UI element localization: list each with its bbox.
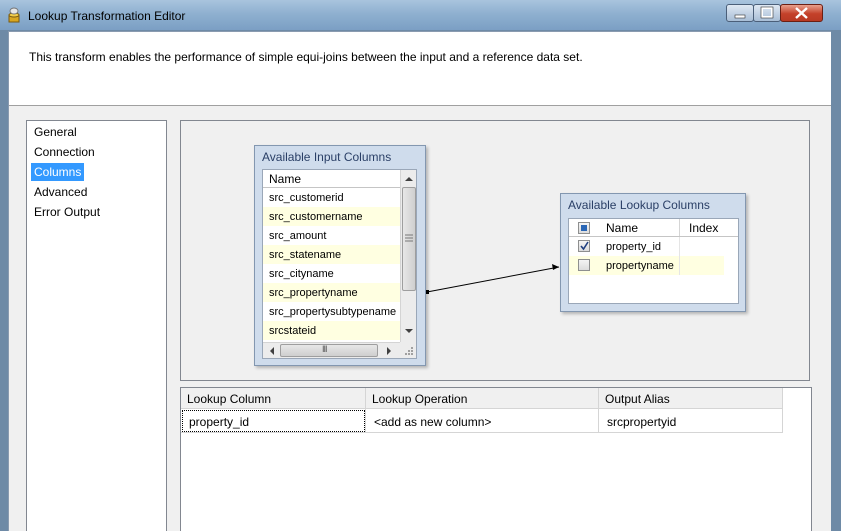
lookup-index-header[interactable]: Index <box>689 221 718 235</box>
page-nav-list: General Connection Columns Advanced Erro… <box>26 120 167 531</box>
lookup-name-header[interactable]: Name <box>606 221 638 235</box>
lookup-column-value: property_id <box>189 415 250 429</box>
lookup-column-header[interactable]: Lookup Column <box>181 388 366 409</box>
lookup-column-cell[interactable]: property_id <box>181 409 366 433</box>
maximize-icon <box>760 6 774 19</box>
input-row[interactable]: src_propertysubtypename <box>263 302 400 321</box>
lookup-operation-header[interactable]: Lookup Operation <box>366 388 599 409</box>
lookup-row-label: propertyname <box>606 260 674 272</box>
scroll-right-icon[interactable] <box>382 344 396 358</box>
close-button[interactable] <box>780 4 823 22</box>
input-name-header-label: Name <box>269 172 302 186</box>
input-row[interactable]: srcstateid <box>263 321 400 340</box>
input-vertical-scrollbar[interactable] <box>400 170 416 342</box>
lookup-columns-grid: Name Index property_id propertyname <box>568 218 739 304</box>
lookup-columns-title: Available Lookup Columns <box>568 198 710 212</box>
nav-item-error-output[interactable]: Error Output <box>31 203 103 221</box>
output-alias-value: srcpropertyid <box>607 415 677 429</box>
scroll-corner <box>400 342 416 358</box>
close-icon <box>795 7 808 19</box>
input-row-label: src_amount <box>269 230 327 242</box>
grip-icon <box>405 234 413 242</box>
input-row-label: src_customername <box>269 211 363 223</box>
dialog-body: This transform enables the performance o… <box>8 31 831 531</box>
input-row[interactable]: src_cityname <box>263 264 400 283</box>
nav-item-advanced[interactable]: Advanced <box>31 183 90 201</box>
cell-divider <box>679 256 680 275</box>
nav-item-columns[interactable]: Columns <box>31 163 85 181</box>
lookup-column-header-label: Lookup Column <box>187 392 272 406</box>
checkmark-icon <box>580 241 589 251</box>
output-mapping-grid: Lookup Column Lookup Operation Output Al… <box>180 387 812 531</box>
output-alias-cell[interactable]: srcpropertyid <box>599 409 783 433</box>
available-input-columns-box: Available Input Columns Name src_custome… <box>254 145 426 366</box>
title-bar[interactable]: Lookup Transformation Editor <box>0 0 841 30</box>
input-columns-grid: Name src_customerid src_customername src… <box>262 169 417 359</box>
lookup-row[interactable]: propertyname <box>569 256 724 275</box>
lookup-editor-window: Lookup Transformation Editor This transf… <box>0 0 841 531</box>
lookup-header-row: Name Index <box>569 219 738 237</box>
maximize-button[interactable] <box>753 4 781 22</box>
lookup-row[interactable]: property_id <box>569 237 724 256</box>
scroll-down-icon[interactable] <box>402 324 416 338</box>
input-columns-title: Available Input Columns <box>262 150 392 164</box>
input-name-header[interactable]: Name <box>263 170 400 188</box>
lookup-operation-cell[interactable]: <add as new column> <box>366 409 599 433</box>
minimize-button[interactable] <box>726 4 754 22</box>
lookup-operation-value: <add as new column> <box>374 415 492 429</box>
input-row-label: src_propertysubtypename <box>269 306 397 318</box>
nav-item-connection[interactable]: Connection <box>31 143 98 161</box>
scroll-left-icon[interactable] <box>265 344 279 358</box>
input-row-label: src_propertyname <box>269 287 358 299</box>
minimize-icon <box>734 14 746 19</box>
lookup-transform-icon <box>8 7 20 23</box>
input-horizontal-scrollbar[interactable]: III <box>263 342 400 358</box>
lookup-operation-header-label: Lookup Operation <box>372 392 468 406</box>
column-mapping-canvas: Available Input Columns Name src_custome… <box>180 120 810 381</box>
input-row-label: src_customerid <box>269 192 344 204</box>
horizontal-grip-label: III <box>322 344 327 354</box>
indeterminate-mark <box>581 225 587 231</box>
input-row-label: srcstateid <box>269 325 317 337</box>
input-row[interactable]: src_statename <box>263 245 400 264</box>
header-divider <box>679 219 680 236</box>
lookup-row-checkbox[interactable] <box>578 259 590 271</box>
input-vertical-scroll-thumb[interactable] <box>402 187 416 291</box>
input-row[interactable]: src_customername <box>263 207 400 226</box>
description-text: This transform enables the performance o… <box>29 50 583 64</box>
select-all-checkbox[interactable] <box>578 222 590 234</box>
lookup-row-checkbox[interactable] <box>578 240 590 252</box>
available-lookup-columns-box: Available Lookup Columns Name Index prop… <box>560 193 746 312</box>
lookup-row-label: property_id <box>606 241 662 253</box>
input-row-label: src_cityname <box>269 268 334 280</box>
input-horizontal-scroll-thumb[interactable]: III <box>280 344 378 357</box>
input-row-label: src_statename <box>269 249 342 261</box>
header-band: This transform enables the performance o… <box>9 32 831 106</box>
input-row[interactable]: src_propertyname <box>263 283 400 302</box>
window-title: Lookup Transformation Editor <box>28 9 186 23</box>
input-row[interactable]: src_amount <box>263 226 400 245</box>
output-alias-header[interactable]: Output Alias <box>599 388 783 409</box>
resize-grip-icon <box>405 347 413 355</box>
scroll-up-icon[interactable] <box>402 172 416 186</box>
output-alias-header-label: Output Alias <box>605 392 670 406</box>
nav-item-general[interactable]: General <box>31 123 80 141</box>
input-row[interactable]: src_customerid <box>263 188 400 207</box>
cell-divider <box>679 237 680 256</box>
